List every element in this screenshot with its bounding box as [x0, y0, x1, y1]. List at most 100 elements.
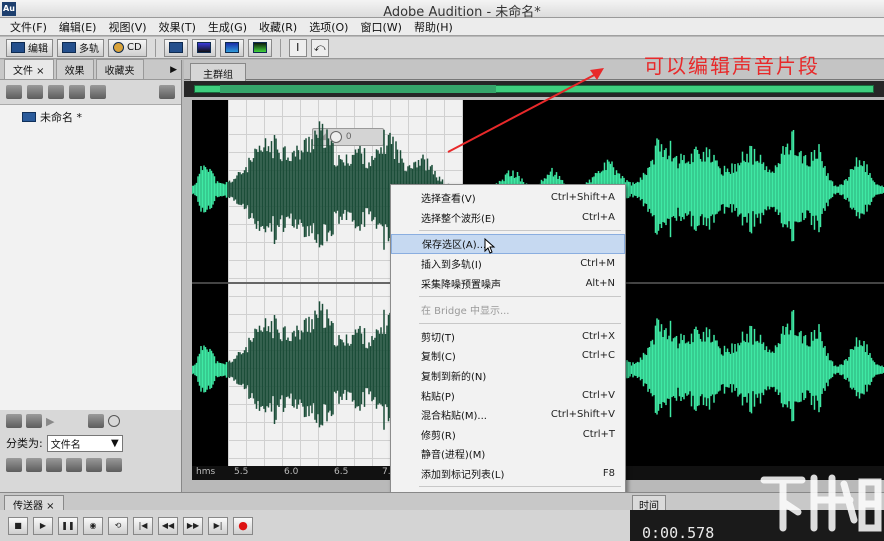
menu-file[interactable]: 文件(F)	[4, 19, 53, 35]
menu-item-label: 插入到多轨(I)	[421, 260, 482, 272]
filter-options-icon[interactable]	[106, 458, 122, 472]
context-menu-item[interactable]: 选择查看(V) Ctrl+Shift+A	[391, 188, 625, 208]
menu-item-shortcut: Ctrl+X	[581, 330, 615, 342]
play-preview-icon[interactable]: ▶	[46, 415, 54, 428]
context-menu-item[interactable]: 复制(C) Ctrl+C	[391, 346, 625, 366]
tab-effects[interactable]: 效果	[55, 59, 94, 79]
context-menu-item[interactable]: 保存选区(A)...	[391, 234, 625, 254]
edit-file-icon[interactable]	[90, 85, 106, 99]
cd-view-button[interactable]: CD	[108, 38, 147, 57]
sort-select[interactable]: 文件名 ▼	[46, 434, 123, 452]
spectral-display-button[interactable]	[191, 38, 216, 57]
filter-midi-icon[interactable]	[66, 458, 82, 472]
menu-separator	[419, 295, 621, 297]
menu-item-shortcut: Ctrl+V	[581, 389, 615, 401]
context-menu-item[interactable]: 采集降噪预置噪声 Alt+N	[391, 273, 625, 293]
menu-bar: 文件(F) 编辑(E) 视图(V) 效果(T) 生成(G) 收藏(R) 选项(O…	[0, 18, 884, 36]
menu-item-label: 静音(进程)(M)	[421, 450, 486, 462]
panel-menu-icon[interactable]: ▶	[170, 65, 177, 75]
import-file-icon[interactable]	[6, 85, 22, 99]
sort-value: 文件名	[50, 439, 81, 451]
context-menu-item[interactable]: 静音(进程)(M)	[391, 444, 625, 464]
menu-edit[interactable]: 编辑(E)	[53, 19, 103, 35]
go-to-start-icon[interactable]: |◀	[133, 516, 153, 535]
tab-favorites[interactable]: 收藏夹	[95, 59, 144, 79]
toolbar-divider	[279, 38, 281, 57]
menu-item-label: 混合粘贴(M)...	[421, 411, 487, 423]
insert-multitrack-icon[interactable]	[48, 85, 64, 99]
menu-item-label: 粘贴(P)	[421, 391, 455, 403]
menu-help[interactable]: 帮助(H)	[408, 19, 459, 35]
ruler-tick: 6.5	[334, 467, 349, 477]
context-menu-item: 在 Bridge 中显示...	[391, 300, 625, 320]
tab-files[interactable]: 文件 ×	[4, 59, 54, 79]
menu-item-shortcut: Alt+N	[585, 277, 615, 289]
context-menu-item[interactable]: 复制到新的(N)	[391, 366, 625, 386]
sort-label: 分类为:	[6, 437, 43, 450]
waveform-display-button[interactable]	[163, 38, 188, 57]
play-icon[interactable]: ▶	[33, 516, 53, 535]
stop-icon[interactable]: ■	[8, 516, 28, 535]
volume-knob-icon[interactable]	[108, 415, 121, 427]
menu-view[interactable]: 视图(V)	[102, 19, 152, 35]
ruler-tick: 5.5	[234, 467, 249, 477]
menu-generate[interactable]: 生成(G)	[202, 19, 253, 35]
annotation-text: 可以编辑声音片段	[644, 54, 820, 78]
menu-effects[interactable]: 效果(T)	[153, 19, 202, 35]
menu-item-shortcut: Ctrl+Shift+A	[550, 192, 615, 204]
file-list: 未命名 *	[0, 104, 181, 450]
filter-audio-icon[interactable]	[6, 458, 22, 472]
context-menu-item[interactable]: 添加到标记列表(L) F8	[391, 464, 625, 484]
go-to-end-icon[interactable]: ▶|	[208, 516, 228, 535]
scrub-tool-icon[interactable]: ⤺	[310, 38, 329, 57]
context-menu-item[interactable]: 混合粘贴(M)... Ctrl+Shift+V	[391, 405, 625, 425]
pause-icon[interactable]: ❚❚	[58, 516, 78, 535]
rewind-icon[interactable]: ◀◀	[158, 516, 178, 535]
play-from-cursor-icon[interactable]: ◉	[83, 516, 103, 535]
ruler-tick: 6.0	[284, 467, 299, 477]
toolbar-divider	[154, 38, 156, 57]
close-file-icon[interactable]	[27, 85, 43, 99]
multitrack-view-label: 多轨	[79, 44, 99, 55]
spectral-pan-button[interactable]	[219, 38, 244, 57]
menu-favorites[interactable]: 收藏(R)	[253, 19, 303, 35]
tab-main-group[interactable]: 主群组	[190, 63, 246, 83]
menu-item-shortcut: Ctrl+C	[581, 350, 615, 362]
phase-display-button[interactable]	[247, 38, 272, 57]
menu-item-shortcut: Ctrl+Shift+V	[550, 409, 615, 421]
menu-options[interactable]: 选项(O)	[303, 19, 354, 35]
record-icon[interactable]: ●	[233, 516, 253, 535]
list-item[interactable]: 未命名 *	[22, 109, 181, 125]
context-menu-item[interactable]: 插入到多轨(I) Ctrl+M	[391, 254, 625, 274]
menu-window[interactable]: 窗口(W)	[354, 19, 407, 35]
menu-item-label: 选择整个波形(E)	[421, 213, 496, 225]
context-menu-item[interactable]: 修剪(R) Ctrl+T	[391, 425, 625, 445]
volume-icon[interactable]	[88, 414, 105, 428]
context-menu-item[interactable]: 选择整个波形(E) Ctrl+A	[391, 208, 625, 228]
loop-play-icon[interactable]: ⟲	[108, 516, 128, 535]
fast-forward-icon[interactable]: ▶▶	[183, 516, 203, 535]
time-selection-tool-icon[interactable]: I	[288, 38, 307, 57]
menu-item-label: 修剪(R)	[421, 430, 456, 442]
loop-icon[interactable]	[26, 414, 42, 428]
panel-footer: ▶ 分类为: 文件名 ▼	[0, 410, 181, 492]
multitrack-icon	[62, 42, 76, 53]
menu-item-shortcut: Ctrl+T	[582, 428, 615, 440]
menu-item-label: 添加到标记列表(L)	[421, 470, 505, 482]
menu-separator	[419, 486, 621, 488]
filter-video-icon[interactable]	[46, 458, 62, 472]
insert-cd-icon[interactable]	[69, 85, 85, 99]
speaker-icon[interactable]	[6, 414, 22, 428]
waveform-edit-icon	[11, 42, 25, 53]
file-name: 未命名 *	[40, 111, 82, 124]
annotation-arrow	[447, 68, 604, 153]
filter-full-path-icon[interactable]	[86, 458, 102, 472]
edit-view-button[interactable]: 编辑	[6, 38, 53, 57]
context-menu-item[interactable]: 粘贴(P) Ctrl+V	[391, 385, 625, 405]
filter-loop-icon[interactable]	[26, 458, 42, 472]
context-menu-item[interactable]: 剪切(T) Ctrl+X	[391, 327, 625, 347]
filter-row	[0, 454, 181, 476]
waveform-display-icon	[168, 42, 183, 53]
options-icon[interactable]	[159, 85, 175, 99]
multitrack-view-button[interactable]: 多轨	[57, 38, 104, 57]
